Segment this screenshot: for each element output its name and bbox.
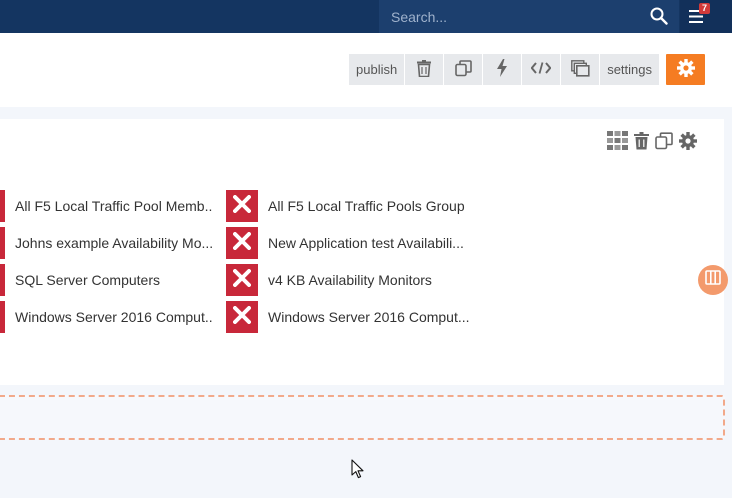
grid-icon[interactable] — [607, 131, 628, 155]
duplicate-button[interactable] — [444, 54, 484, 85]
drop-zone[interactable] — [0, 395, 725, 440]
trash-icon — [417, 59, 432, 80]
search-icon[interactable] — [650, 7, 668, 30]
list-item[interactable]: Johns example Availability Mo... — [0, 227, 215, 259]
remove-button[interactable] — [226, 227, 258, 259]
remove-button[interactable] — [226, 301, 258, 333]
list-item[interactable]: v4 KB Availability Monitors — [226, 264, 476, 296]
remove-marker[interactable] — [0, 301, 5, 333]
search-box[interactable] — [379, 0, 679, 33]
list-item[interactable]: All F5 Local Traffic Pools Group — [226, 190, 476, 222]
layers-icon — [570, 59, 590, 80]
list-item[interactable]: SQL Server Computers — [0, 264, 215, 296]
cursor-icon — [351, 459, 364, 484]
code-icon — [530, 62, 552, 77]
page-toolbar: publish settings — [349, 54, 706, 85]
group-label: Johns example Availability Mo... — [15, 235, 213, 251]
trash-icon[interactable] — [634, 131, 649, 155]
close-icon — [233, 305, 251, 329]
layers-button[interactable] — [561, 54, 601, 85]
list-item[interactable]: Windows Server 2016 Comput... — [226, 301, 476, 333]
group-label: v4 KB Availability Monitors — [268, 272, 432, 288]
group-label: Windows Server 2016 Comput... — [268, 309, 470, 325]
gear-button[interactable] — [666, 54, 706, 85]
panel-toolbar — [607, 131, 697, 155]
search-input[interactable] — [389, 7, 633, 26]
publish-button[interactable]: publish — [349, 54, 406, 85]
list-item[interactable]: New Application test Availabili... — [226, 227, 476, 259]
copy-icon — [454, 59, 472, 80]
columns-toggle-button[interactable] — [698, 265, 728, 295]
gear-icon — [676, 59, 695, 80]
top-navigation-bar: 7 — [0, 0, 732, 33]
close-icon — [233, 194, 251, 218]
menu-button[interactable]: 7 — [680, 0, 732, 33]
actions-button[interactable] — [483, 54, 523, 85]
group-label: All F5 Local Traffic Pool Memb... — [15, 198, 213, 214]
columns-icon — [705, 270, 721, 290]
group-label: SQL Server Computers — [15, 272, 160, 288]
close-icon — [233, 268, 251, 292]
group-label: Windows Server 2016 Comput... — [15, 309, 213, 325]
group-label: All F5 Local Traffic Pools Group — [268, 198, 465, 214]
remove-marker[interactable] — [0, 190, 5, 222]
remove-marker[interactable] — [0, 264, 5, 296]
delete-button[interactable] — [405, 54, 445, 85]
remove-marker[interactable] — [0, 227, 5, 259]
list-item[interactable]: Windows Server 2016 Comput... — [0, 301, 215, 333]
group-label: New Application test Availabili... — [268, 235, 464, 251]
gear-icon[interactable] — [679, 131, 697, 155]
remove-button[interactable] — [226, 190, 258, 222]
copy-icon[interactable] — [655, 131, 673, 155]
list-item[interactable]: All F5 Local Traffic Pool Memb... — [0, 190, 215, 222]
close-icon — [233, 231, 251, 255]
notification-badge: 7 — [699, 3, 711, 14]
code-button[interactable] — [522, 54, 562, 85]
settings-button[interactable]: settings — [600, 54, 661, 85]
remove-button[interactable] — [226, 264, 258, 296]
lightning-icon — [496, 59, 508, 80]
